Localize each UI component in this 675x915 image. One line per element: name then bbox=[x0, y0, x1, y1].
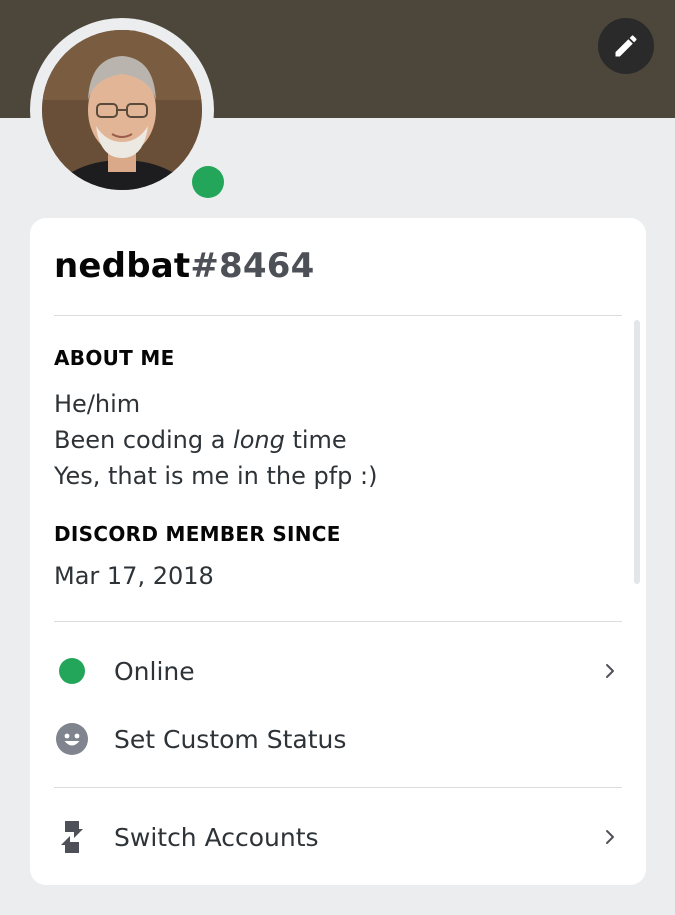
online-status-menu-item[interactable]: Online bbox=[54, 645, 622, 697]
profile-card: nedbat#8464 ABOUT ME He/him Been coding … bbox=[30, 218, 646, 885]
smiley-icon bbox=[54, 721, 90, 757]
set-custom-status-label: Set Custom Status bbox=[114, 724, 347, 754]
pencil-icon bbox=[615, 35, 637, 57]
about-line-2-emphasis: long bbox=[233, 426, 285, 454]
switch-accounts-icon bbox=[54, 819, 90, 855]
about-me-text: He/him Been coding a long time Yes, that… bbox=[54, 386, 377, 494]
set-custom-status-menu-item[interactable]: Set Custom Status bbox=[54, 713, 622, 765]
divider bbox=[54, 315, 622, 316]
username-discriminator: #8464 bbox=[190, 246, 315, 286]
about-line-1: He/him bbox=[54, 390, 141, 418]
about-line-3: Yes, that is me in the pfp :) bbox=[54, 462, 378, 490]
chevron-right-icon bbox=[598, 659, 622, 683]
online-status-indicator bbox=[192, 166, 224, 198]
avatar-portrait bbox=[42, 30, 202, 190]
divider bbox=[54, 787, 622, 788]
online-status-icon bbox=[54, 653, 90, 689]
about-line-2-prefix: Been coding a bbox=[54, 426, 234, 454]
edit-profile-button[interactable] bbox=[598, 18, 654, 74]
online-status-label: Online bbox=[114, 656, 195, 686]
divider bbox=[54, 621, 622, 622]
member-since-heading: DISCORD MEMBER SINCE bbox=[54, 522, 341, 546]
switch-accounts-label: Switch Accounts bbox=[114, 822, 319, 852]
about-line-2: Been coding a long time bbox=[54, 422, 377, 458]
switch-accounts-menu-item[interactable]: Switch Accounts bbox=[54, 811, 622, 863]
avatar[interactable] bbox=[42, 30, 202, 190]
scrollbar[interactable] bbox=[634, 320, 640, 584]
about-me-heading: ABOUT ME bbox=[54, 346, 175, 370]
chevron-right-icon bbox=[598, 825, 622, 849]
member-since-date: Mar 17, 2018 bbox=[54, 562, 214, 590]
status-indicator-frame bbox=[180, 154, 236, 210]
avatar-frame bbox=[30, 18, 236, 210]
about-line-2-suffix: time bbox=[284, 426, 347, 454]
username-name: nedbat bbox=[54, 246, 191, 286]
username[interactable]: nedbat#8464 bbox=[54, 246, 314, 286]
